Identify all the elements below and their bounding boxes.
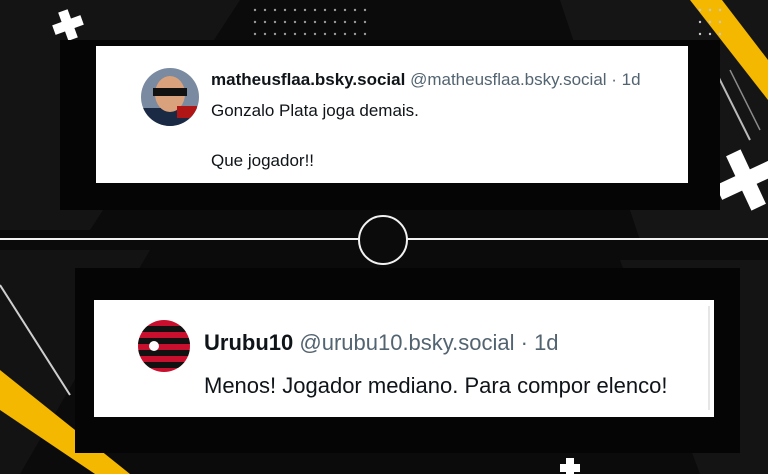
card-edge xyxy=(708,306,710,410)
avatar[interactable] xyxy=(141,68,199,126)
display-name[interactable]: matheusflaa.bsky.social xyxy=(211,70,405,89)
post-header: Urubu10 @urubu10.bsky.social · 1d xyxy=(204,330,559,356)
post-header: matheusflaa.bsky.social @matheusflaa.bsk… xyxy=(211,70,641,90)
handle-and-time: @matheusflaa.bsky.social · 1d xyxy=(410,70,641,89)
post-text-line: Menos! Jogador mediano. Para compor elen… xyxy=(204,373,668,398)
circle-ring-icon xyxy=(358,215,408,265)
post-card-urubu10[interactable]: Urubu10 @urubu10.bsky.social · 1d Menos!… xyxy=(94,300,714,417)
post-text-line: Gonzalo Plata joga demais. xyxy=(211,101,419,120)
post-card-matheusflaa[interactable]: matheusflaa.bsky.social @matheusflaa.bsk… xyxy=(96,46,688,183)
striped-crest-icon xyxy=(138,320,190,372)
display-name[interactable]: Urubu10 xyxy=(204,330,293,355)
avatar[interactable] xyxy=(138,320,190,372)
avatar-photo xyxy=(141,68,199,126)
handle-and-time: @urubu10.bsky.social · 1d xyxy=(299,330,559,355)
post-text-line: Que jogador!! xyxy=(211,151,315,170)
